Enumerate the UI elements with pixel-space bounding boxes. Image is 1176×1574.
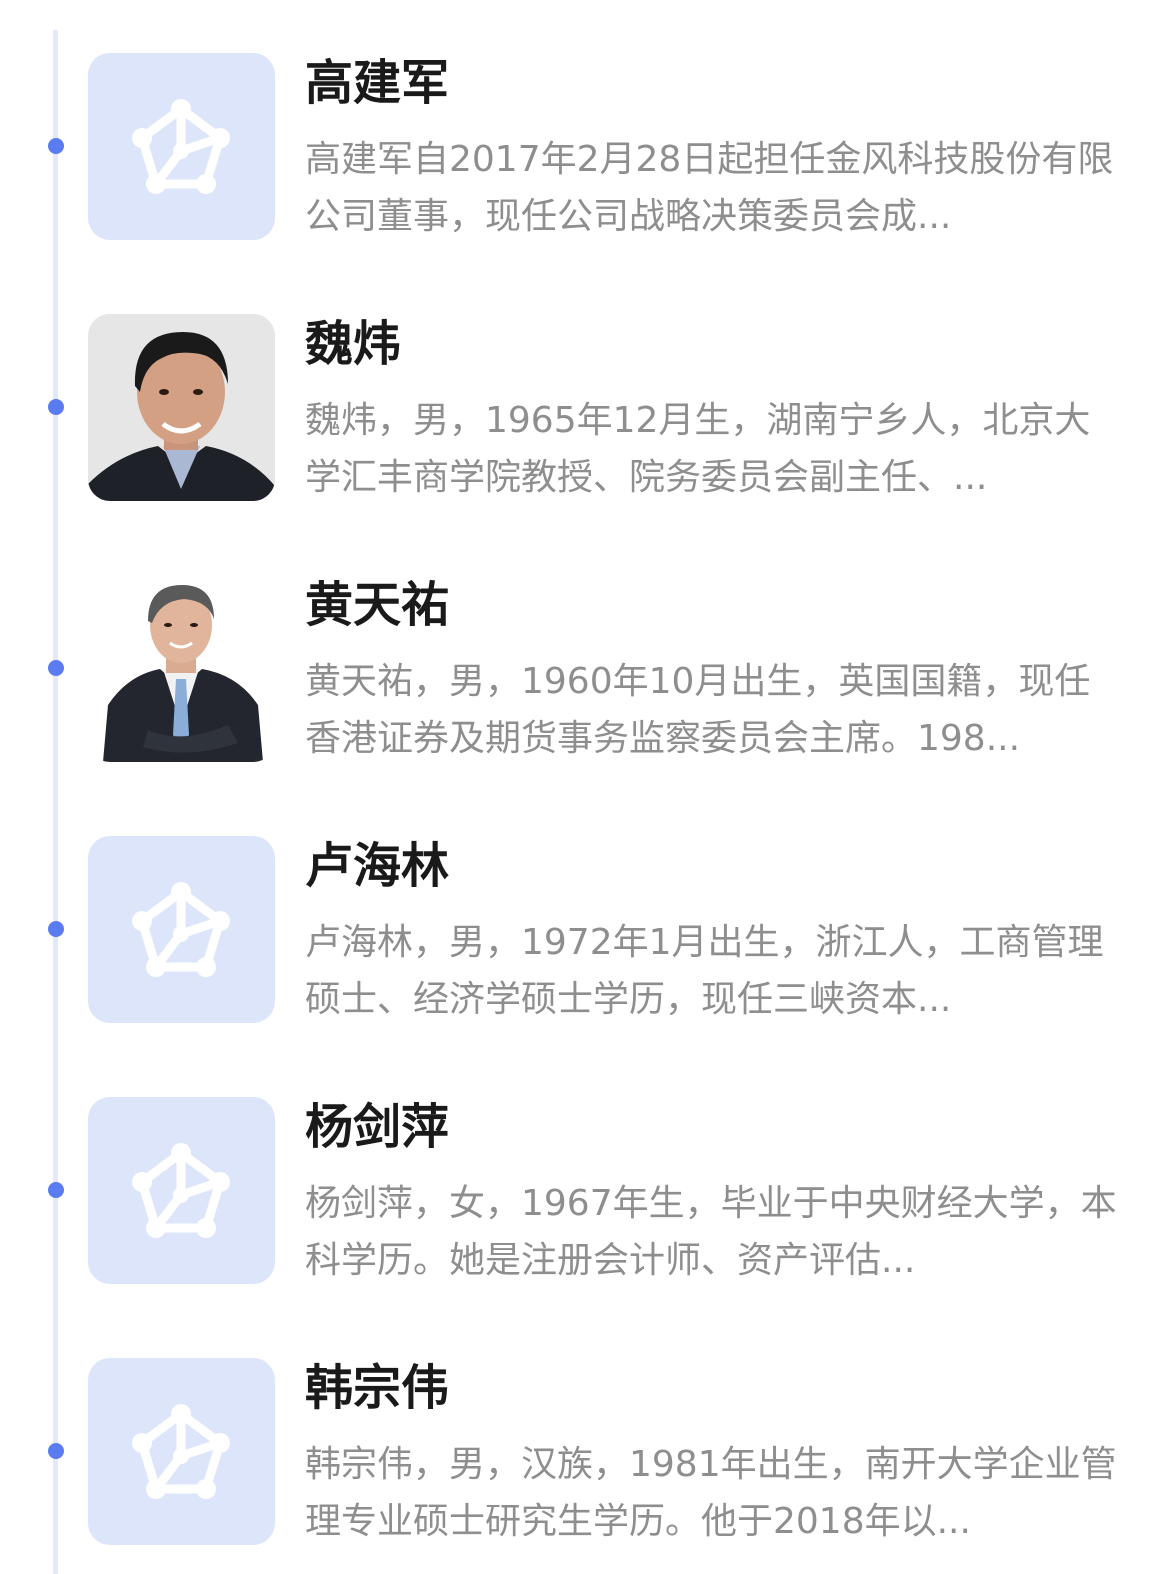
timeline-dot bbox=[48, 1443, 64, 1459]
network-icon bbox=[132, 1404, 230, 1499]
person-list-item[interactable]: 黄天祐 黄天祐，男，1960年10月出生，英国国籍，现任香港证券及期货事务监察委… bbox=[0, 575, 1176, 775]
person-bio: 韩宗伟，男，汉族，1981年出生，南开大学企业管理专业硕士研究生学历。他于201… bbox=[305, 1444, 1117, 1542]
timeline-line bbox=[53, 30, 58, 1574]
timeline-dot bbox=[48, 1182, 64, 1198]
avatar-placeholder bbox=[88, 1097, 275, 1284]
person-name: 杨剑萍 bbox=[305, 1099, 450, 1155]
person-name: 韩宗伟 bbox=[305, 1360, 450, 1416]
portrait-photo-icon bbox=[88, 314, 275, 501]
person-name: 黄天祐 bbox=[305, 577, 450, 633]
person-list-item[interactable]: 韩宗伟 韩宗伟，男，汉族，1981年出生，南开大学企业管理专业硕士研究生学历。他… bbox=[0, 1358, 1176, 1558]
person-name: 魏炜 bbox=[305, 316, 402, 372]
person-list-item[interactable]: 卢海林 卢海林，男，1972年1月出生，浙江人，工商管理硕士、经济学硕士学历，现… bbox=[0, 836, 1176, 1036]
timeline-dot bbox=[48, 138, 64, 154]
person-name: 卢海林 bbox=[305, 838, 450, 894]
network-icon bbox=[132, 882, 230, 977]
person-list-item[interactable]: 高建军 高建军自2017年2月28日起担任金风科技股份有限公司董事，现任公司战略… bbox=[0, 53, 1176, 253]
person-bio: 黄天祐，男，1960年10月出生，英国国籍，现任香港证券及期货事务监察委员会主席… bbox=[305, 661, 1091, 759]
timeline-dot bbox=[48, 399, 64, 415]
portrait-photo-icon bbox=[88, 575, 275, 762]
timeline-dot bbox=[48, 660, 64, 676]
avatar-placeholder bbox=[88, 53, 275, 240]
timeline-dot bbox=[48, 921, 64, 937]
person-bio: 高建军自2017年2月28日起担任金风科技股份有限公司董事，现任公司战略决策委员… bbox=[305, 139, 1114, 237]
person-bio: 杨剑萍，女，1967年生，毕业于中央财经大学，本科学历。她是注册会计师、资产评估… bbox=[305, 1183, 1117, 1281]
avatar-photo bbox=[88, 314, 275, 501]
network-icon bbox=[132, 99, 230, 194]
avatar-photo bbox=[88, 575, 275, 762]
person-list-item[interactable]: 魏炜 魏炜，男，1965年12月生，湖南宁乡人，北京大学汇丰商学院教授、院务委员… bbox=[0, 314, 1176, 514]
avatar-placeholder bbox=[88, 1358, 275, 1545]
person-list-item[interactable]: 杨剑萍 杨剑萍，女，1967年生，毕业于中央财经大学，本科学历。她是注册会计师、… bbox=[0, 1097, 1176, 1297]
person-name: 高建军 bbox=[305, 55, 450, 111]
avatar-placeholder bbox=[88, 836, 275, 1023]
person-bio: 魏炜，男，1965年12月生，湖南宁乡人，北京大学汇丰商学院教授、院务委员会副主… bbox=[305, 400, 1091, 498]
person-bio: 卢海林，男，1972年1月出生，浙江人，工商管理硕士、经济学硕士学历，现任三峡资… bbox=[305, 922, 1104, 1020]
network-icon bbox=[132, 1143, 230, 1238]
